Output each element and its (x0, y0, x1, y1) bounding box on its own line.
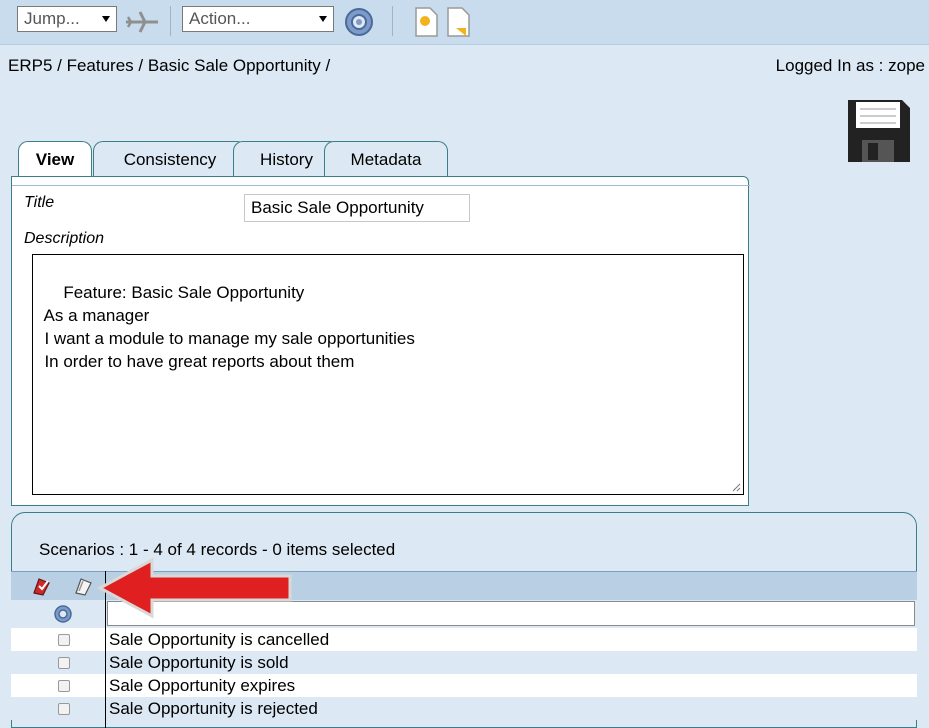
toolbar: Jump... Action... (0, 0, 929, 45)
table-row[interactable]: Sale Opportunity is sold (11, 651, 917, 674)
description-text: Feature: Basic Sale Opportunity As a man… (43, 283, 415, 371)
row-title-link[interactable]: Sale Opportunity is cancelled (109, 628, 329, 651)
table-row[interactable]: Sale Opportunity is rejected (11, 697, 917, 720)
row-checkbox[interactable] (58, 634, 70, 646)
erp5-page: Jump... Action... ERP5 / Features / Basi… (0, 0, 929, 728)
toolbar-separator (392, 6, 393, 36)
row-title-link[interactable]: Sale Opportunity expires (109, 674, 295, 697)
action-select-label: Action... (189, 9, 251, 28)
toolbar-separator (170, 6, 171, 36)
gear-icon[interactable] (342, 5, 376, 39)
row-checkbox[interactable] (58, 657, 70, 669)
action-select[interactable]: Action... (182, 6, 334, 32)
breadcrumb[interactable]: ERP5 / Features / Basic Sale Opportunity… (8, 56, 330, 76)
new-document-icon[interactable] (412, 6, 440, 38)
description-textarea[interactable]: Feature: Basic Sale Opportunity As a man… (32, 254, 744, 495)
view-panel: Title Basic Sale Opportunity Description… (11, 176, 750, 506)
tab-metadata[interactable]: Metadata (324, 141, 448, 177)
row-title-link[interactable]: Sale Opportunity is sold (109, 651, 289, 674)
row-checkbox[interactable] (58, 680, 70, 692)
save-icon[interactable] (844, 96, 912, 164)
chevron-down-icon (102, 16, 110, 22)
logged-in-user[interactable]: Logged In as : zope (776, 56, 925, 76)
description-label: Description (24, 230, 105, 247)
divider (12, 185, 750, 186)
clone-document-icon[interactable] (444, 6, 472, 38)
check-all-icon[interactable] (31, 575, 53, 597)
chevron-down-icon (319, 16, 327, 22)
row-checkbox[interactable] (58, 703, 70, 715)
title-field[interactable]: Basic Sale Opportunity (244, 194, 470, 222)
resize-handle-icon[interactable] (731, 482, 741, 492)
gear-icon[interactable] (52, 603, 74, 625)
tab-view[interactable]: View (18, 141, 92, 179)
table-row[interactable]: Sale Opportunity expires (11, 674, 917, 697)
uncheck-all-icon[interactable] (73, 575, 95, 597)
row-title-link[interactable]: Sale Opportunity is rejected (109, 697, 318, 720)
arrow-annotation-icon (96, 557, 292, 619)
title-label: Title (24, 194, 55, 211)
tab-consistency[interactable]: Consistency (93, 141, 247, 177)
jump-select-label: Jump... (24, 9, 80, 28)
airplane-icon[interactable] (124, 10, 160, 34)
jump-select[interactable]: Jump... (17, 6, 117, 32)
table-row[interactable]: Sale Opportunity is cancelled (11, 628, 917, 651)
